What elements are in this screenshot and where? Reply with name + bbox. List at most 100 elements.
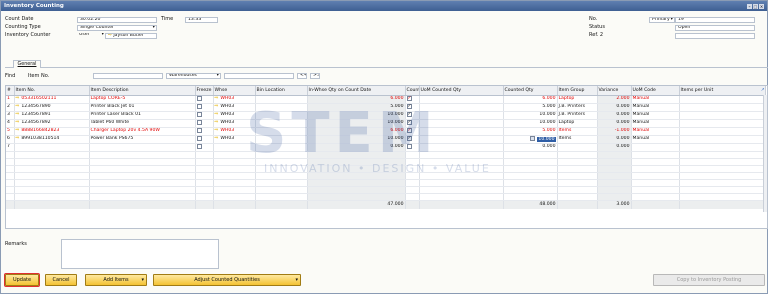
freeze-cell[interactable] (195, 143, 214, 152)
uom-code-cell[interactable]: Manual (631, 135, 680, 144)
remarks-textarea[interactable] (61, 239, 219, 269)
table-row[interactable]: 2 ⇨ 1234567890 Printer Black Jet 01 ⇨ WH03 5.0… (6, 103, 766, 112)
item-no-filter-input[interactable] (93, 72, 163, 79)
counter-name-field[interactable]: ⇨ Jayson Butler (105, 32, 157, 39)
checkbox-icon[interactable] (406, 143, 412, 149)
checked-checkbox-icon[interactable]: ✓ (406, 111, 412, 117)
col-header-counted[interactable]: Counted (405, 86, 420, 96)
inwhse-qty-cell[interactable]: 6.000 (307, 95, 406, 104)
items-per-unit-cell[interactable] (679, 143, 766, 152)
ref-2-field[interactable] (675, 32, 755, 39)
link-arrow-icon[interactable]: ⇨ (215, 104, 219, 109)
item-no-cell[interactable]: ⇨ 8888166842823 (14, 127, 90, 136)
checkbox-icon[interactable] (196, 95, 202, 101)
whse-cell[interactable]: ⇨ WH03 (213, 103, 256, 112)
col-header-row-number[interactable]: # (6, 86, 15, 96)
item-no-cell[interactable]: ⇨ 1234567892 (14, 119, 90, 128)
counted-qty-cell[interactable]: 5.000 (503, 127, 558, 136)
whse-cell[interactable]: ⇨ WH03 (213, 127, 256, 136)
warehouses-dropdown[interactable]: Warehouses (166, 72, 221, 79)
counted-qty-cell[interactable]: 0.000 (503, 143, 558, 152)
link-arrow-icon[interactable]: ⇨ (215, 128, 219, 133)
col-header-whse[interactable]: Whse (213, 86, 256, 96)
count-date-field[interactable]: 30.02.20 (77, 16, 157, 23)
inwhse-qty-cell[interactable]: 5.000 (307, 103, 406, 112)
counted-cell[interactable]: ✓ (405, 95, 420, 104)
freeze-cell[interactable] (195, 95, 214, 104)
col-header-freeze[interactable]: Freeze (195, 86, 214, 96)
uom-code-cell[interactable]: Manual (631, 127, 680, 136)
checked-checkbox-icon[interactable]: ✓ (406, 119, 412, 125)
col-header-uom-counted-qty[interactable]: UoM Counted Qty (419, 86, 504, 96)
bin-location-cell[interactable] (255, 111, 308, 120)
variance-cell[interactable]: -1.000 (597, 127, 632, 136)
checkbox-icon[interactable] (196, 103, 202, 109)
whse-cell[interactable]: ⇨ WH03 (213, 135, 256, 144)
maximize-icon[interactable]: □ (753, 3, 758, 9)
counter-kind-dropdown[interactable]: User (77, 33, 105, 39)
item-group-cell[interactable]: J.B. Printers (557, 103, 598, 112)
variance-cell[interactable]: 0.000 (597, 103, 632, 112)
link-arrow-icon[interactable]: ⇨ (16, 112, 20, 117)
inwhse-qty-cell[interactable]: 10.000 (307, 119, 406, 128)
table-row[interactable]: 5 ⇨ 8888166842823 Charger Laptop 20v 4.5A 9… (6, 127, 766, 136)
inwhse-qty-cell[interactable]: 6.000 (307, 127, 406, 136)
item-no-cell[interactable]: ⇨ 1234567891 (14, 111, 90, 120)
items-per-unit-cell[interactable] (679, 119, 766, 128)
row-number[interactable]: 5 (6, 127, 15, 136)
counted-qty-cell[interactable]: 5.000 (503, 103, 558, 112)
freeze-cell[interactable] (195, 127, 214, 136)
row-number[interactable]: 3 (6, 111, 15, 120)
counted-cell[interactable]: ✓ (405, 127, 420, 136)
item-group-cell[interactable]: Laptop (557, 95, 598, 104)
uom-code-cell[interactable]: Manual (631, 111, 680, 120)
freeze-cell[interactable] (195, 111, 214, 120)
uom-counted-qty-cell[interactable] (419, 95, 504, 104)
checkbox-icon[interactable] (196, 127, 202, 133)
inwhse-qty-cell[interactable]: 0.000 (307, 143, 406, 152)
uom-code-cell[interactable]: Manual (631, 119, 680, 128)
counted-cell[interactable] (405, 143, 420, 152)
item-group-cell[interactable]: Items (557, 135, 598, 144)
inwhse-qty-cell[interactable]: 10.000 (307, 135, 406, 144)
link-arrow-icon[interactable]: ⇨ (16, 136, 20, 141)
link-arrow-icon[interactable]: ⇨ (215, 120, 219, 125)
row-number[interactable]: 4 (6, 119, 15, 128)
calculator-icon[interactable] (530, 135, 536, 141)
item-description-cell[interactable]: Printer Black Jet 01 (89, 103, 196, 112)
inwhse-qty-cell[interactable]: 10.000 (307, 111, 406, 120)
grid-vertical-scrollbar[interactable] (763, 95, 767, 212)
freeze-cell[interactable] (195, 119, 214, 128)
row-number[interactable]: 2 (6, 103, 15, 112)
checked-checkbox-icon[interactable]: ✓ (406, 135, 412, 141)
link-arrow-icon[interactable]: ⇨ (215, 96, 219, 101)
item-no-cell[interactable]: ⇨ 053316502111 (14, 95, 90, 104)
item-group-cell[interactable] (557, 143, 598, 152)
counted-qty-cell[interactable]: 10.000 (503, 111, 558, 120)
bin-location-cell[interactable] (255, 119, 308, 128)
item-group-cell[interactable]: Items (557, 127, 598, 136)
table-row[interactable]: 1 ⇨ 053316502111 Laptop CORE-5 ⇨ WH03 6.000 ✓ 6.… (6, 95, 766, 104)
counted-qty-cell[interactable]: 6.000 (503, 95, 558, 104)
col-header-uom-code[interactable]: UoM Code (631, 86, 680, 96)
counted-qty-cell[interactable]: 10.000 (503, 119, 558, 128)
items-per-unit-cell[interactable] (679, 135, 766, 144)
col-header-items-per-unit[interactable]: Items per Unit ↗ (679, 86, 766, 96)
bin-location-cell[interactable] (255, 127, 308, 136)
link-arrow-icon[interactable]: ⇨ (215, 112, 219, 117)
warehouse-filter-input[interactable] (224, 72, 294, 79)
minimize-icon[interactable]: – (747, 3, 752, 9)
item-description-cell[interactable]: Charger Laptop 20v 4.5A 90W (89, 127, 196, 136)
variance-cell[interactable]: 2.000 (597, 95, 632, 104)
row-number[interactable]: 6 (6, 135, 15, 144)
checkbox-icon[interactable] (196, 119, 202, 125)
close-icon[interactable]: × (759, 3, 764, 9)
col-header-variance[interactable]: Variance (597, 86, 632, 96)
item-no-cell[interactable]: ⇨ 8991038110514 (14, 135, 90, 144)
uom-counted-qty-cell[interactable] (419, 127, 504, 136)
row-number[interactable]: 7 (6, 143, 15, 152)
items-per-unit-cell[interactable] (679, 95, 766, 104)
col-header-inwhse-qty[interactable]: In-Whse Qty on Count Date (307, 86, 406, 96)
counted-cell[interactable]: ✓ (405, 111, 420, 120)
item-description-cell[interactable]: Printer Laser Black 01 (89, 111, 196, 120)
